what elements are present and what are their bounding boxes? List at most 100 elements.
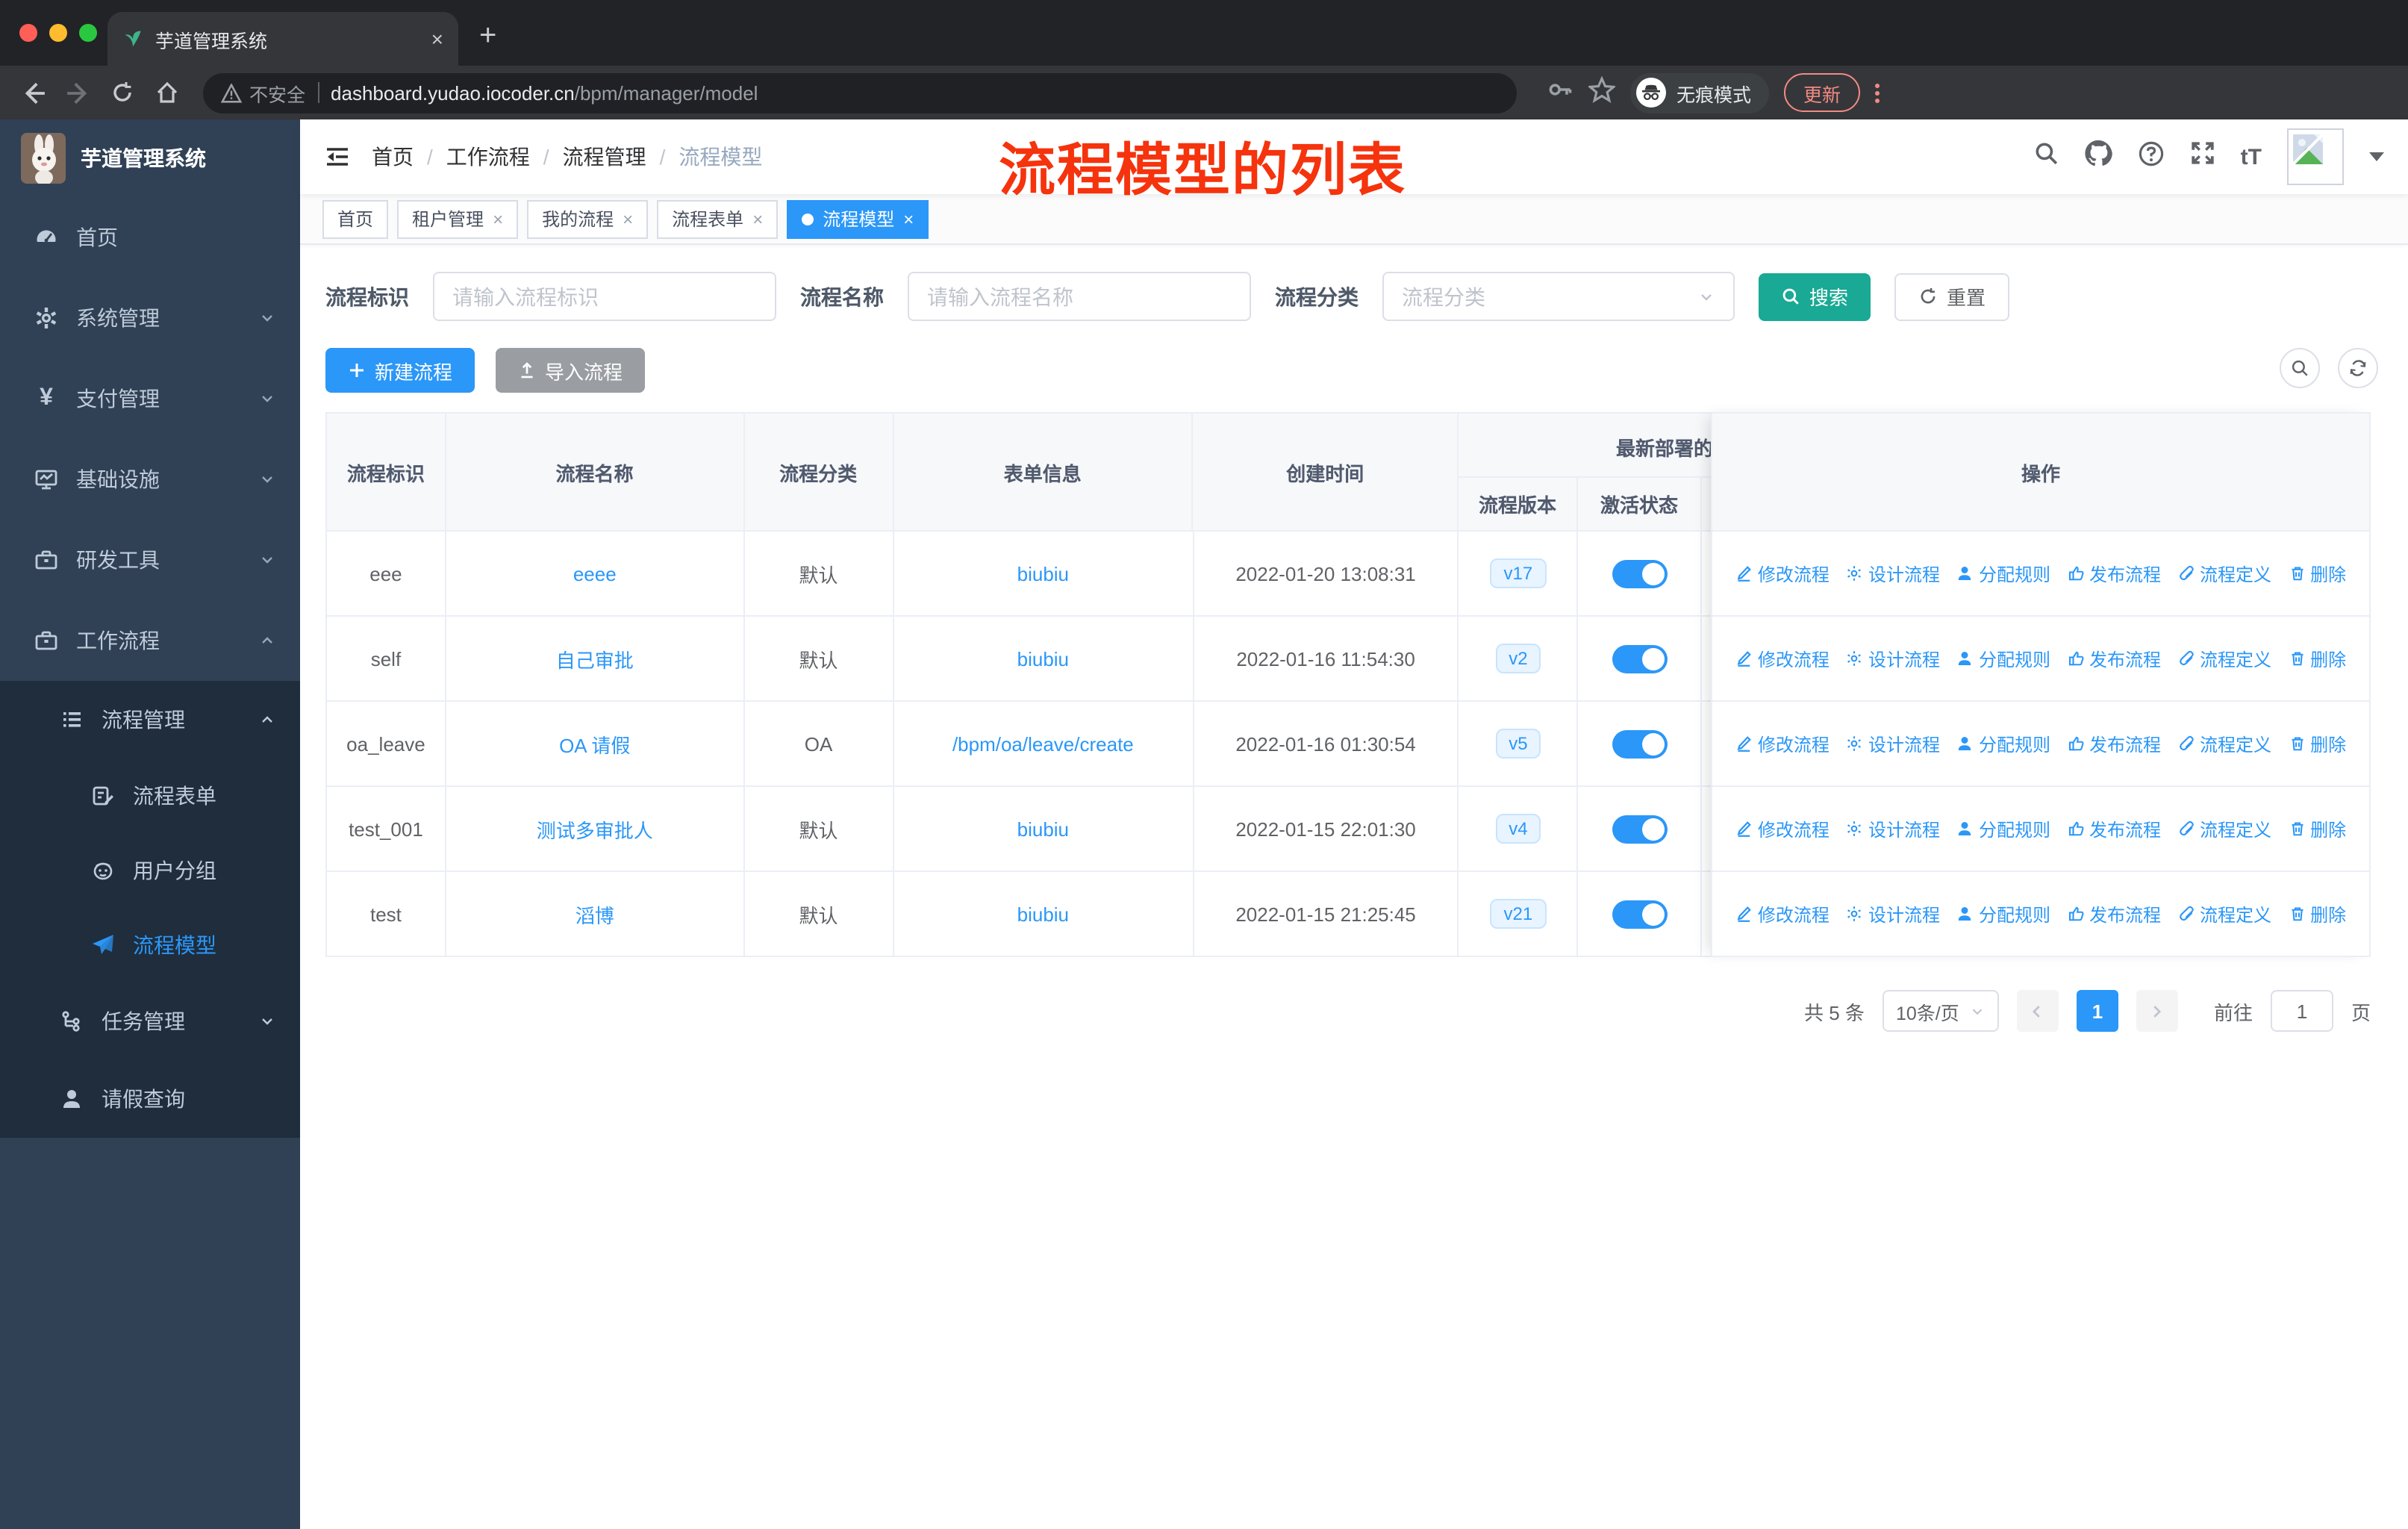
op-edit-link[interactable]: 修改流程	[1735, 816, 1830, 841]
version-badge[interactable]: v2	[1495, 644, 1541, 673]
breadcrumb-process-management[interactable]: 流程管理	[563, 142, 646, 172]
op-publish-link[interactable]: 发布流程	[2067, 816, 2161, 841]
reset-button[interactable]: 重置	[1894, 273, 2010, 320]
reload-icon[interactable]	[105, 75, 140, 110]
chrome-update-button[interactable]: 更新	[1784, 73, 1861, 112]
bookmark-star-icon[interactable]	[1587, 75, 1617, 110]
process-category-select[interactable]: 流程分类	[1382, 272, 1735, 321]
show-search-button[interactable]	[2280, 348, 2320, 388]
op-design-link[interactable]: 设计流程	[1846, 646, 1940, 671]
breadcrumb-workflow[interactable]: 工作流程	[446, 142, 530, 172]
process-name-link[interactable]: 自己审批	[556, 644, 634, 673]
next-page-button[interactable]	[2136, 990, 2178, 1032]
header-search-icon[interactable]	[2033, 140, 2059, 173]
op-delete-link[interactable]: 删除	[2288, 646, 2346, 671]
sidebar-item-payment[interactable]: ¥ 支付管理	[0, 358, 300, 439]
op-definition-link[interactable]: 流程定义	[2177, 816, 2271, 841]
active-toggle[interactable]	[1612, 729, 1668, 758]
op-definition-link[interactable]: 流程定义	[2177, 901, 2271, 927]
process-id-input[interactable]	[433, 272, 776, 321]
address-bar[interactable]: 不安全 dashboard.yudao.iocoder.cn/bpm/manag…	[203, 72, 1517, 113]
new-tab-button[interactable]: +	[479, 19, 496, 54]
refresh-table-button[interactable]	[2338, 348, 2378, 388]
op-design-link[interactable]: 设计流程	[1846, 816, 1940, 841]
form-info-link[interactable]: biubiu	[1017, 562, 1069, 585]
tag-close-icon[interactable]: ×	[752, 208, 763, 229]
tag-process-form[interactable]: 流程表单 ×	[657, 199, 779, 238]
op-delete-link[interactable]: 删除	[2288, 561, 2346, 586]
tag-close-icon[interactable]: ×	[493, 208, 503, 229]
import-process-button[interactable]: 导入流程	[496, 348, 646, 393]
sidebar-item-workflow[interactable]: 工作流程	[0, 600, 300, 681]
browser-tab[interactable]: 芋道管理系统 ×	[107, 12, 458, 66]
tag-tenant[interactable]: 租户管理 ×	[397, 199, 519, 238]
op-assign-link[interactable]: 分配规则	[1956, 731, 2050, 756]
op-delete-link[interactable]: 删除	[2288, 816, 2346, 841]
window-controls[interactable]	[19, 24, 97, 42]
active-toggle[interactable]	[1612, 815, 1668, 843]
active-toggle[interactable]	[1612, 644, 1668, 673]
help-icon[interactable]	[2138, 140, 2165, 174]
op-assign-link[interactable]: 分配规则	[1956, 561, 2050, 586]
breadcrumb-home[interactable]: 首页	[372, 142, 414, 172]
font-size-icon[interactable]: tT	[2241, 144, 2262, 169]
github-icon[interactable]	[2084, 139, 2112, 175]
version-badge[interactable]: v5	[1495, 729, 1541, 759]
op-definition-link[interactable]: 流程定义	[2177, 731, 2271, 756]
sidebar-collapse-icon[interactable]	[324, 143, 351, 170]
page-size-select[interactable]: 10条/页	[1882, 990, 1999, 1032]
user-avatar[interactable]	[2287, 128, 2344, 185]
tag-process-model[interactable]: 流程模型 ×	[787, 199, 929, 238]
op-definition-link[interactable]: 流程定义	[2177, 646, 2271, 671]
op-edit-link[interactable]: 修改流程	[1735, 561, 1830, 586]
tag-close-icon[interactable]: ×	[623, 208, 633, 229]
sidebar-item-task-management[interactable]: 任务管理	[0, 983, 300, 1060]
search-button[interactable]: 搜索	[1759, 273, 1871, 320]
op-design-link[interactable]: 设计流程	[1846, 901, 1940, 927]
op-assign-link[interactable]: 分配规则	[1956, 646, 2050, 671]
version-badge[interactable]: v21	[1490, 899, 1547, 929]
sidebar-item-leave-query[interactable]: 请假查询	[0, 1060, 300, 1138]
sidebar-item-devtools[interactable]: 研发工具	[0, 520, 300, 600]
minimize-window-button[interactable]	[49, 24, 67, 42]
process-name-link[interactable]: eeee	[573, 562, 617, 585]
tag-close-icon[interactable]: ×	[903, 208, 914, 229]
tag-home[interactable]: 首页	[322, 199, 389, 238]
form-info-link[interactable]: biubiu	[1017, 647, 1069, 670]
home-icon[interactable]	[149, 75, 185, 110]
close-window-button[interactable]	[19, 24, 37, 42]
process-name-link[interactable]: 测试多审批人	[537, 815, 653, 843]
sidebar-item-process-model[interactable]: 流程模型	[0, 908, 300, 983]
op-assign-link[interactable]: 分配规则	[1956, 816, 2050, 841]
prev-page-button[interactable]	[2016, 990, 2059, 1032]
op-delete-link[interactable]: 删除	[2288, 731, 2346, 756]
goto-page-input[interactable]	[2270, 990, 2333, 1032]
op-design-link[interactable]: 设计流程	[1846, 561, 1940, 586]
sidebar-item-home[interactable]: 首页	[0, 197, 300, 278]
op-publish-link[interactable]: 发布流程	[2067, 646, 2161, 671]
form-info-link[interactable]: biubiu	[1017, 818, 1069, 840]
op-assign-link[interactable]: 分配规则	[1956, 901, 2050, 927]
op-publish-link[interactable]: 发布流程	[2067, 561, 2161, 586]
op-definition-link[interactable]: 流程定义	[2177, 561, 2271, 586]
tab-close-icon[interactable]: ×	[431, 27, 443, 51]
password-key-icon[interactable]	[1547, 75, 1573, 110]
active-toggle[interactable]	[1612, 559, 1668, 588]
version-badge[interactable]: v4	[1495, 814, 1541, 844]
form-info-link[interactable]: biubiu	[1017, 903, 1069, 925]
sidebar-item-system[interactable]: 系统管理	[0, 278, 300, 358]
op-publish-link[interactable]: 发布流程	[2067, 731, 2161, 756]
fullscreen-icon[interactable]	[2190, 140, 2215, 173]
op-publish-link[interactable]: 发布流程	[2067, 901, 2161, 927]
op-edit-link[interactable]: 修改流程	[1735, 731, 1830, 756]
page-number-button[interactable]: 1	[2076, 990, 2118, 1032]
forward-icon[interactable]	[60, 75, 96, 110]
process-name-link[interactable]: OA 请假	[559, 729, 630, 758]
create-process-button[interactable]: 新建流程	[325, 348, 475, 393]
user-menu-caret-icon[interactable]	[2369, 152, 2384, 161]
sidebar-item-infrastructure[interactable]: 基础设施	[0, 439, 300, 520]
tag-my-process[interactable]: 我的流程 ×	[527, 199, 649, 238]
sidebar-item-process-management[interactable]: 流程管理	[0, 681, 300, 759]
op-design-link[interactable]: 设计流程	[1846, 731, 1940, 756]
browser-menu-icon[interactable]	[1875, 83, 1880, 102]
